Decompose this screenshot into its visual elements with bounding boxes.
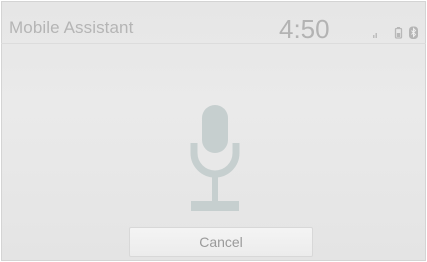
clock: 4:50 — [279, 14, 330, 44]
signal-icon — [373, 33, 377, 38]
status-bar: Mobile Assistant 4:50 — [1, 1, 426, 44]
header-divider — [1, 43, 426, 44]
cancel-button[interactable]: Cancel — [129, 227, 313, 257]
battery-icon — [394, 27, 403, 39]
status-icons — [373, 26, 418, 39]
bluetooth-icon — [409, 26, 418, 39]
page-title: Mobile Assistant — [9, 18, 134, 37]
microphone-icon — [190, 105, 240, 211]
mobile-assistant-screen: Mobile Assistant 4:50 Cancel — [1, 1, 426, 261]
